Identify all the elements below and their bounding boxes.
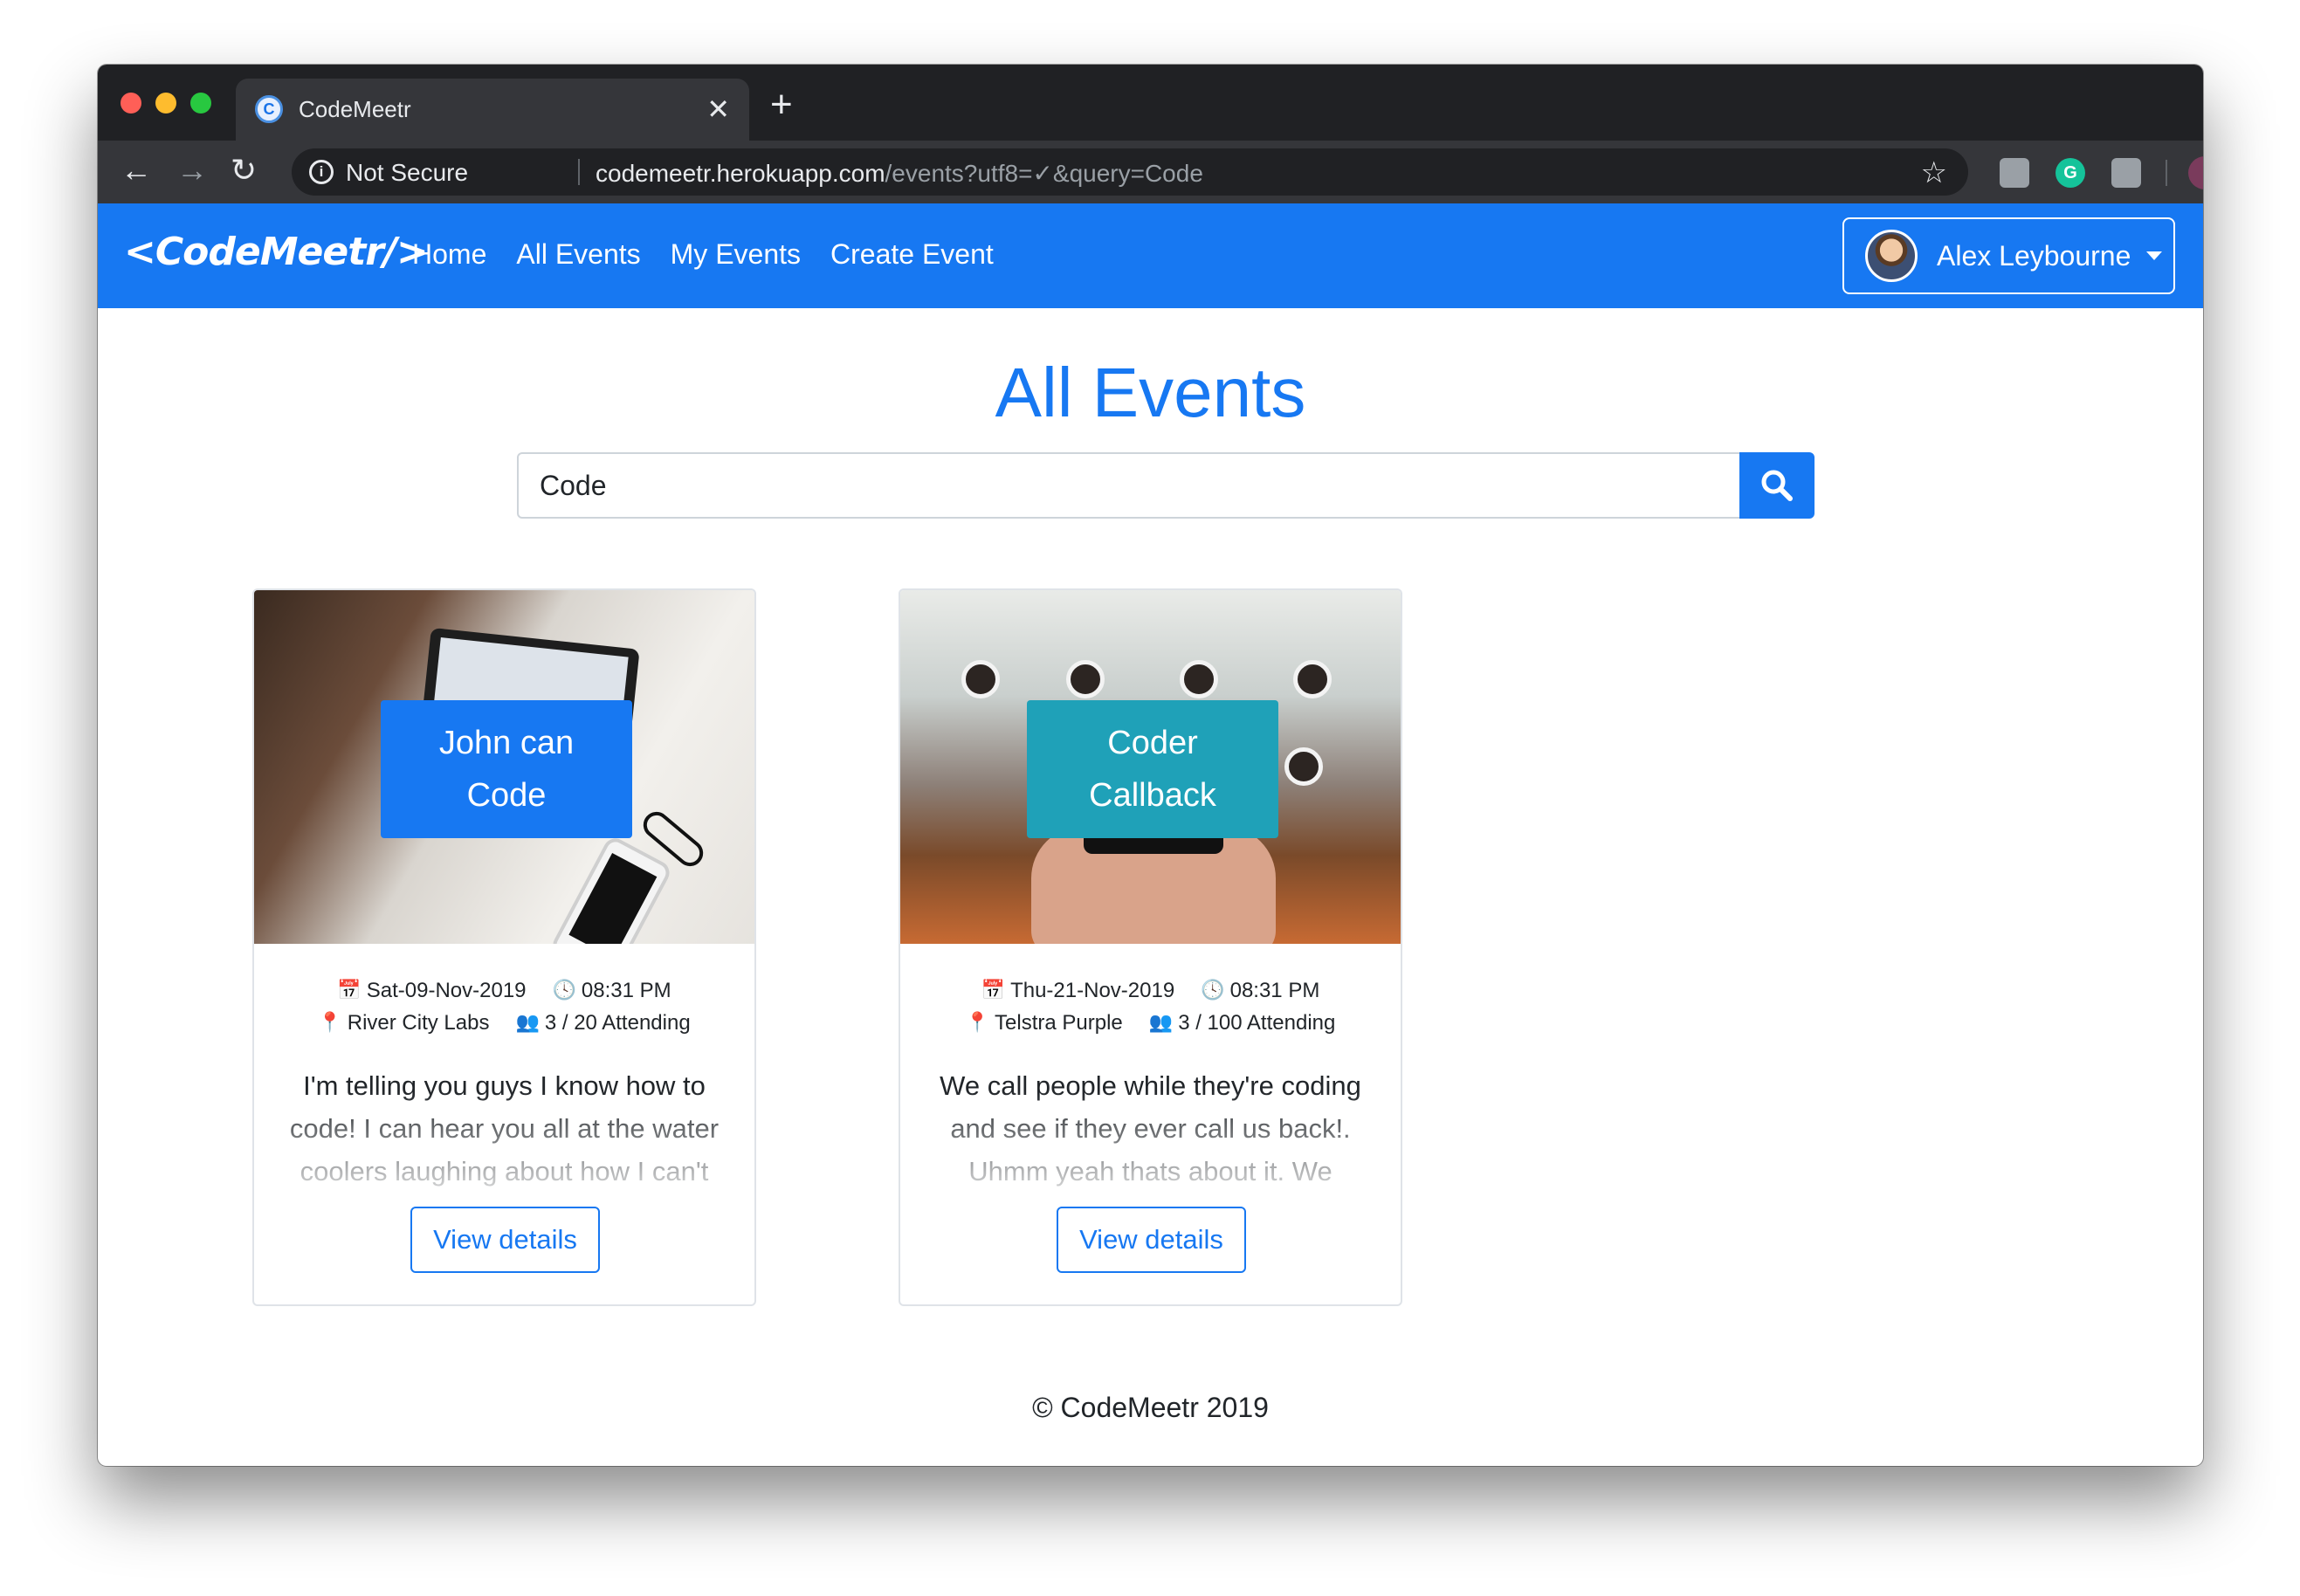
event-date: Thu-21-Nov-2019 xyxy=(1010,979,1175,1002)
event-date: Sat-09-Nov-2019 xyxy=(366,979,527,1002)
avatar xyxy=(1865,230,1918,282)
event-image: Coder Callback xyxy=(900,590,1401,944)
omnibox-divider xyxy=(578,159,580,185)
tab-strip: C CodeMeetr ✕ + xyxy=(98,65,2203,141)
event-image: John can Code xyxy=(254,590,754,944)
event-attending: 3 / 100 Attending xyxy=(1178,1011,1336,1035)
event-title-line: Coder xyxy=(1107,725,1198,761)
footer-copyright: © CodeMeetr 2019 xyxy=(1032,1392,1269,1423)
browser-toolbar: ← → ↻ i Not Secure codemeetr.herokuapp.c… xyxy=(98,141,2203,203)
browser-tab[interactable]: C CodeMeetr ✕ xyxy=(236,79,749,141)
shelf-decoration xyxy=(1066,660,1105,698)
phone-illustration xyxy=(548,834,674,944)
search-input[interactable] xyxy=(517,452,1742,519)
event-title-line: John can xyxy=(438,725,575,761)
event-meta: 📅 Thu-21-Nov-2019 🕓 08:31 PM 📍 Telstra Purp… xyxy=(900,974,1401,1039)
address-bar[interactable]: i Not Secure codemeetr.herokuapp.com/eve… xyxy=(292,148,1968,196)
search-icon xyxy=(1761,470,1793,501)
users-icon: 👥 xyxy=(1148,1012,1174,1034)
page-title: All Events xyxy=(995,354,1306,431)
minimize-window-button[interactable] xyxy=(155,93,176,114)
clock-icon: 🕓 xyxy=(552,980,576,1001)
reload-icon[interactable]: ↻ xyxy=(231,151,257,189)
map-pin-icon: 📍 xyxy=(318,1012,342,1034)
back-arrow-icon[interactable]: ← xyxy=(121,151,152,189)
event-card: Coder Callback 📅 Thu-21-Nov-2019 🕓 08:31 P… xyxy=(899,588,1402,1306)
calendar-icon: 📅 xyxy=(337,980,362,1001)
toolbar-divider xyxy=(2166,160,2167,186)
caret-down-icon xyxy=(2146,251,2163,260)
calendar-icon: 📅 xyxy=(981,980,1006,1001)
nav-all-events[interactable]: All Events xyxy=(516,238,640,271)
url-host: codemeetr.herokuapp.com xyxy=(596,160,885,187)
view-details-button[interactable]: View details xyxy=(410,1207,600,1273)
bookmark-star-icon[interactable]: ☆ xyxy=(1921,155,1947,190)
event-location: River City Labs xyxy=(347,1011,490,1035)
event-location: Telstra Purple xyxy=(995,1011,1123,1035)
url-path: /events?utf8=✓&query=Code xyxy=(885,160,1203,187)
search-bar xyxy=(517,452,1815,519)
nav-my-events[interactable]: My Events xyxy=(671,238,801,271)
shelf-decoration xyxy=(1293,660,1332,698)
map-pin-icon: 📍 xyxy=(965,1012,990,1034)
search-button[interactable] xyxy=(1739,452,1815,519)
shelf-decoration xyxy=(1180,660,1218,698)
event-title-line: Callback xyxy=(1089,777,1216,814)
camera-icon[interactable] xyxy=(2111,158,2141,188)
event-card: John can Code 📅 Sat-09-Nov-2019 🕓 08:31 PM… xyxy=(252,588,756,1306)
event-title-badge[interactable]: Coder Callback xyxy=(1027,700,1278,838)
browser-window: C CodeMeetr ✕ + ← → ↻ i Not Secure codem… xyxy=(98,65,2203,1466)
user-name: Alex Leybourne xyxy=(1937,239,2131,272)
event-description: We call people while they're coding and … xyxy=(935,1064,1366,1195)
brand-logo[interactable]: <CodeMeetr/> xyxy=(124,230,429,274)
event-meta: 📅 Sat-09-Nov-2019 🕓 08:31 PM 📍 River City L… xyxy=(254,974,754,1039)
app-navbar: <CodeMeetr/> Home All Events My Events C… xyxy=(98,203,2203,308)
event-attending: 3 / 20 Attending xyxy=(544,1011,691,1035)
view-details-button[interactable]: View details xyxy=(1057,1207,1246,1273)
clock-icon: 🕓 xyxy=(1201,980,1225,1001)
users-icon: 👥 xyxy=(515,1012,540,1034)
shelf-decoration xyxy=(1284,747,1323,786)
event-title-badge[interactable]: John can Code xyxy=(381,700,632,838)
new-tab-button[interactable]: + xyxy=(770,86,793,124)
nav-create-event[interactable]: Create Event xyxy=(830,238,994,271)
security-label: Not Secure xyxy=(346,159,469,186)
tab-title: CodeMeetr xyxy=(299,96,411,122)
event-title-line: Code xyxy=(466,777,547,814)
favicon-icon: C xyxy=(255,95,283,123)
profile-avatar-icon[interactable] xyxy=(2188,156,2203,189)
event-time: 08:31 PM xyxy=(1229,979,1320,1002)
nav-links: Home All Events My Events Create Event xyxy=(412,238,994,271)
grammarly-icon[interactable]: G xyxy=(2056,158,2085,188)
user-menu-button[interactable]: Alex Leybourne xyxy=(1842,217,2175,294)
info-icon[interactable]: i xyxy=(309,160,334,184)
nav-home[interactable]: Home xyxy=(412,238,486,271)
event-description: I'm telling you guys I know how to code!… xyxy=(289,1064,720,1195)
event-time: 08:31 PM xyxy=(581,979,671,1002)
forward-arrow-icon[interactable]: → xyxy=(176,151,208,189)
close-window-button[interactable] xyxy=(121,93,141,114)
shelf-decoration xyxy=(961,660,1000,698)
close-tab-icon[interactable]: ✕ xyxy=(706,93,730,126)
extension-icon[interactable] xyxy=(2000,158,2029,188)
url-text[interactable]: codemeetr.herokuapp.com/events?utf8=✓&qu… xyxy=(596,159,1203,188)
maximize-window-button[interactable] xyxy=(190,93,211,114)
